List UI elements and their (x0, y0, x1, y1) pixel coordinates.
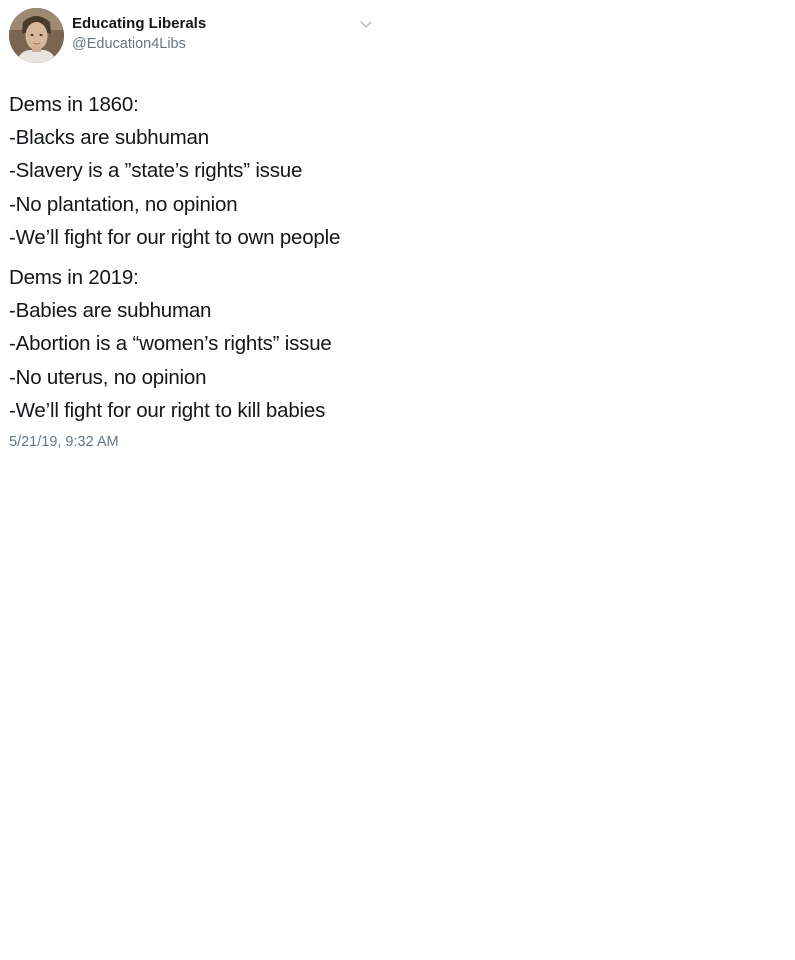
tweet-text: Dems in 1860: -Blacks are subhuman -Slav… (9, 88, 389, 427)
tweet-line: -No plantation, no opinion (9, 192, 238, 216)
chevron-down-icon[interactable] (358, 18, 374, 32)
tweet-line: -Slavery is a ”state’s rights” issue (9, 159, 303, 183)
tweet-line: -Abortion is a “women’s rights” issue (9, 332, 332, 356)
author-name[interactable]: Educating Liberals (72, 15, 206, 32)
tweet-line: -Blacks are subhuman (9, 126, 209, 150)
paragraph-heading: Dems in 2019: (9, 266, 139, 290)
author-handle[interactable]: @Education4Libs (72, 36, 186, 52)
tweet-timestamp[interactable]: 5/21/19, 9:32 AM (9, 434, 119, 450)
paragraph-heading: Dems in 1860: (9, 93, 139, 116)
avatar[interactable] (9, 8, 64, 63)
tweet-line: -We’ll fight for our right to own people (9, 225, 341, 249)
tweet-line: -Babies are subhuman (9, 299, 212, 323)
tweet-line: -No uterus, no opinion (9, 365, 207, 389)
tweet-line: -We’ll fight for our right to kill babie… (9, 398, 326, 422)
profile-photo (9, 8, 64, 63)
